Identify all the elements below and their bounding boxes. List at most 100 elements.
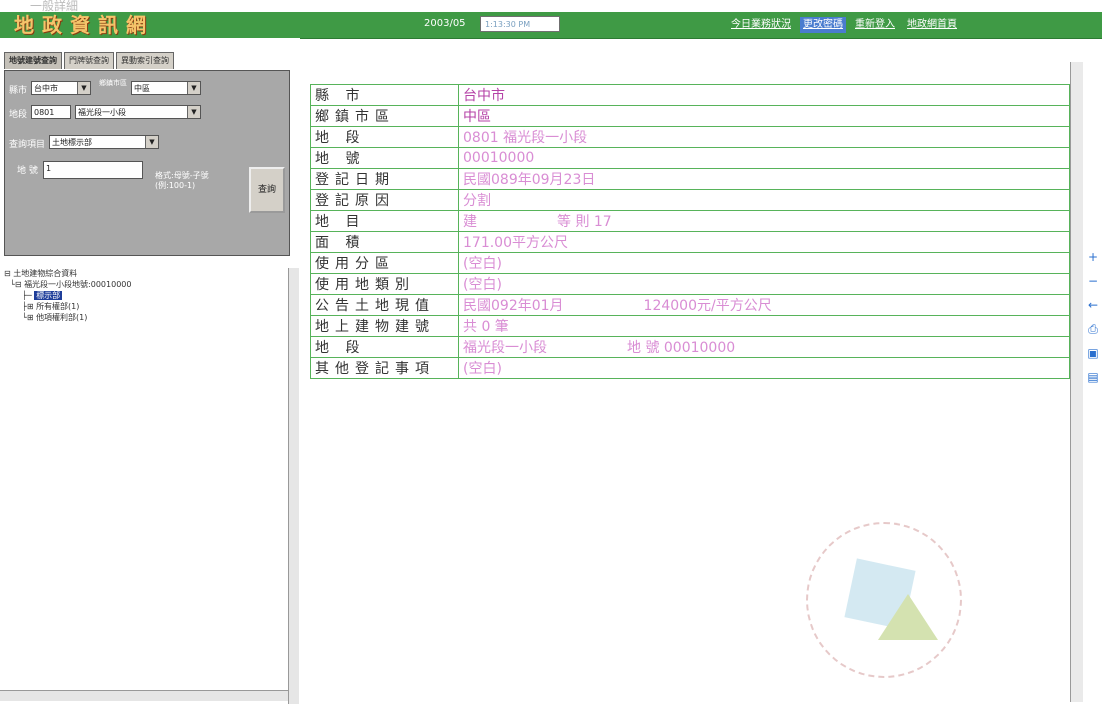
record-value: 共 0 筆 bbox=[458, 315, 1070, 337]
record-row: 使用分區 (空白) bbox=[310, 252, 1070, 274]
link-relogin[interactable]: 重新登入 bbox=[852, 17, 898, 33]
record-value: 福光段一小段 地 號 00010000 bbox=[458, 336, 1070, 358]
record-row: 登記原因 分割 bbox=[310, 189, 1070, 211]
query-form: 縣市 台中市 ▼ 鄉鎮市區 中區 ▼ 地段 0801 福光段一小段 ▼ 查詢項目 土地… bbox=[4, 70, 290, 256]
record-value: 台中市 bbox=[458, 84, 1070, 106]
district-select[interactable]: 中區 ▼ bbox=[131, 81, 201, 95]
main-vertical-scrollbar[interactable] bbox=[1070, 62, 1083, 702]
record-label: 地 段 bbox=[310, 336, 459, 358]
tab-parcel-query[interactable]: 地號建號查詢 bbox=[4, 52, 62, 69]
app-logo: 地 政 資 訊 網 bbox=[12, 14, 148, 36]
record-value: 民國092年01月 124000元/平方公尺 bbox=[458, 294, 1070, 316]
section-code-input[interactable]: 0801 bbox=[31, 105, 71, 119]
record-value: 中區 bbox=[458, 105, 1070, 127]
section-select[interactable]: 福光段一小段 ▼ bbox=[75, 105, 201, 119]
record-row: 縣 市台中市 bbox=[310, 84, 1070, 106]
copy-icon[interactable]: ▣ bbox=[1086, 346, 1100, 362]
link-home[interactable]: 地政網首頁 bbox=[904, 17, 960, 33]
record-value: 0801 福光段一小段 bbox=[458, 126, 1070, 148]
record-value: 00010000 bbox=[458, 147, 1070, 169]
record-extra-text: 地 號 00010000 bbox=[627, 340, 736, 356]
print-icon[interactable]: ⎙ bbox=[1086, 322, 1100, 338]
chevron-down-icon: ▼ bbox=[187, 106, 200, 118]
logo-char: 網 bbox=[126, 13, 146, 37]
tab-address-query[interactable]: 門牌號查詢 bbox=[64, 52, 114, 69]
record-row: 其他登記事項 (空白) bbox=[310, 357, 1070, 379]
record-value-text: 00010000 bbox=[463, 150, 535, 166]
chevron-down-icon: ▼ bbox=[145, 136, 158, 148]
record-value-text: 0801 福光段一小段 bbox=[463, 130, 588, 146]
record-label: 其他登記事項 bbox=[310, 357, 459, 379]
record-table: 縣 市台中市 鄉鎮市區 中區地 段 0801 福光段一小段地 號 00010000 登記日… bbox=[310, 84, 1070, 379]
record-row: 地 段 0801 福光段一小段 bbox=[310, 126, 1070, 148]
record-value-text: (空白) bbox=[463, 277, 502, 293]
right-toolbar: + − ← ⎙ ▣ ▤ bbox=[1086, 250, 1100, 394]
record-row: 面 積 171.00平方公尺 bbox=[310, 231, 1070, 253]
left-vertical-scrollbar[interactable] bbox=[288, 268, 299, 704]
tab-change-index-query[interactable]: 異動索引查詢 bbox=[116, 52, 174, 69]
record-value: 分割 bbox=[458, 189, 1070, 211]
tree-view: ⊟ 土地建物綜合資料 └⊟ 福光段一小段地號:00010000 ├─ 標示部 ├… bbox=[4, 268, 290, 323]
record-label: 縣 市 bbox=[310, 84, 459, 106]
zoom-in-icon[interactable]: + bbox=[1086, 250, 1100, 266]
record-row: 鄉鎮市區 中區 bbox=[310, 105, 1070, 127]
record-value-text: 民國092年01月 bbox=[463, 298, 564, 314]
chevron-down-icon: ▼ bbox=[77, 82, 90, 94]
record-row: 地 段福光段一小段 地 號 00010000 bbox=[310, 336, 1070, 358]
format-note: 格式:母號-子號 (例:100-1) bbox=[155, 171, 209, 190]
record-value-text: 民國089年09月23日 bbox=[463, 172, 596, 188]
logo-char: 資 bbox=[70, 13, 90, 37]
record-value-text: 福光段一小段 bbox=[463, 340, 547, 356]
left-horizontal-scrollbar[interactable] bbox=[0, 690, 288, 701]
county-select[interactable]: 台中市 ▼ bbox=[31, 81, 91, 95]
record-row: 地上建物建號共 0 筆 bbox=[310, 315, 1070, 337]
tree-selected-node[interactable]: ├─ 標示部 bbox=[4, 290, 290, 301]
record-value-text: 台中市 bbox=[463, 88, 505, 104]
record-extra-text: 124000元/平方公尺 bbox=[643, 298, 772, 314]
chevron-down-icon: ▼ bbox=[187, 82, 200, 94]
section-label: 地段 bbox=[9, 110, 28, 120]
time-field: 1:13:30 PM bbox=[480, 16, 560, 32]
record-label: 地 段 bbox=[310, 126, 459, 148]
tree-root[interactable]: ⊟ 土地建物綜合資料 bbox=[4, 268, 290, 279]
seal-triangle bbox=[878, 594, 938, 640]
number-input[interactable]: 1 bbox=[43, 161, 143, 179]
record-label: 登記日期 bbox=[310, 168, 459, 190]
link-change-password[interactable]: 更改密碼 bbox=[800, 17, 846, 33]
record-panel: 縣 市台中市 鄉鎮市區 中區地 段 0801 福光段一小段地 號 00010000 登記日… bbox=[310, 84, 1070, 379]
tree-other-node[interactable]: └⊞ 他項權利部(1) bbox=[4, 312, 290, 323]
record-value: (空白) bbox=[458, 357, 1070, 379]
record-value-text: 共 0 筆 bbox=[463, 319, 509, 335]
record-extra-text: 等 則 17 bbox=[557, 214, 612, 230]
query-panel: 地號建號查詢 門牌號查詢 異動索引查詢 縣市 台中市 ▼ 鄉鎮市區 中區 ▼ 地段 … bbox=[4, 52, 290, 256]
record-label: 使用地類別 bbox=[310, 273, 459, 295]
back-icon[interactable]: ← bbox=[1086, 298, 1100, 314]
record-label: 鄉鎮市區 bbox=[310, 105, 459, 127]
record-value-text: 分割 bbox=[463, 193, 491, 209]
record-label: 面 積 bbox=[310, 231, 459, 253]
tree-owner-node[interactable]: ├⊞ 所有權部(1) bbox=[4, 301, 290, 312]
query-tabs: 地號建號查詢 門牌號查詢 異動索引查詢 bbox=[4, 52, 290, 70]
record-value-text: 171.00平方公尺 bbox=[463, 235, 568, 251]
record-value: 171.00平方公尺 bbox=[458, 231, 1070, 253]
seal-stamp bbox=[806, 522, 962, 678]
zoom-out-icon[interactable]: − bbox=[1086, 274, 1100, 290]
record-value: (空白) bbox=[458, 252, 1070, 274]
tree-parcel-node[interactable]: └⊟ 福光段一小段地號:00010000 bbox=[4, 279, 290, 290]
top-links: 今日業務狀況 更改密碼 重新登入 地政網首頁 bbox=[728, 17, 960, 33]
link-today-status[interactable]: 今日業務狀況 bbox=[728, 17, 794, 33]
record-value-text: (空白) bbox=[463, 256, 502, 272]
export-icon[interactable]: ▤ bbox=[1086, 370, 1100, 386]
county-label: 縣市 bbox=[9, 86, 28, 96]
record-label: 地上建物建號 bbox=[310, 315, 459, 337]
record-value: 建 等 則 17 bbox=[458, 210, 1070, 232]
record-label: 地 號 bbox=[310, 147, 459, 169]
record-label: 使用分區 bbox=[310, 252, 459, 274]
record-row: 使用地類別 (空白) bbox=[310, 273, 1070, 295]
logo-char: 地 bbox=[14, 13, 34, 37]
record-value-text: 建 bbox=[463, 214, 477, 230]
record-label: 公告土地現值 bbox=[310, 294, 459, 316]
query-button[interactable]: 查詢 bbox=[249, 167, 285, 213]
query-item-select[interactable]: 土地標示部 ▼ bbox=[49, 135, 159, 149]
logo-char: 訊 bbox=[98, 13, 118, 37]
